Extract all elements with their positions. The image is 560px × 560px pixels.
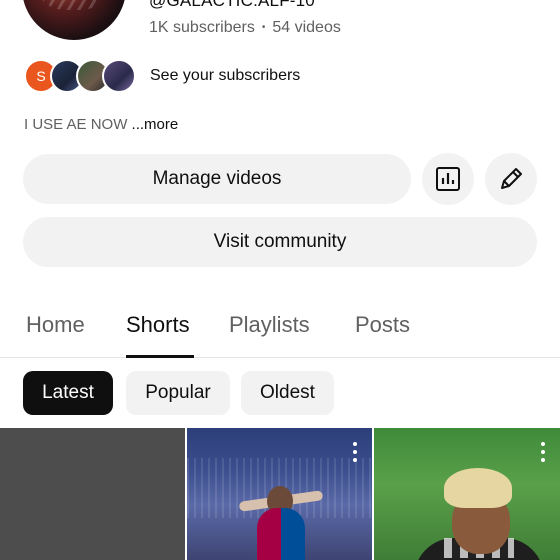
more-link[interactable]: ...more [132,116,179,133]
player-hair [444,468,512,508]
analytics-button[interactable] [422,153,474,205]
subscriber-initial: S [36,68,46,84]
subscriber-count: 1K subscribers [149,19,255,36]
analytics-icon [436,167,460,191]
edit-pencil-icon [501,168,522,189]
video-count: 54 videos [272,19,341,36]
filter-chip-popular[interactable]: Popular [126,371,230,415]
short-thumbnail[interactable] [187,428,372,560]
more-options-icon[interactable] [352,442,358,462]
more-options-icon[interactable] [540,442,546,462]
manage-videos-button[interactable]: Manage videos [23,154,411,204]
stats-separator: • [261,22,266,33]
tab-playlists[interactable]: Playlists [229,312,310,338]
short-thumbnail[interactable] [0,428,185,560]
tab-home[interactable]: Home [26,312,85,338]
active-tab-indicator [126,355,194,358]
filter-chip-oldest[interactable]: Oldest [241,371,334,415]
channel-stats: 1K subscribers • 54 videos [149,19,341,37]
subscriber-avatar [102,59,136,93]
channel-handle: @GALACTIC.ALF-10 [149,0,315,10]
channel-avatar[interactable] [22,0,126,40]
see-subscribers-link[interactable]: See your subscribers [150,67,300,85]
tab-posts[interactable]: Posts [355,312,410,338]
description-text: I USE AE NOW [24,116,128,133]
tab-shorts[interactable]: Shorts [126,312,190,338]
short-thumbnail[interactable] [374,428,560,560]
filter-chip-latest[interactable]: Latest [23,371,113,415]
channel-tabs: Home Shorts Playlists Posts [0,300,560,358]
player-jersey [257,508,305,560]
subscriber-avatars: S [24,59,136,93]
channel-description[interactable]: I USE AE NOW ...more [24,116,178,133]
edit-button[interactable] [485,153,537,205]
see-subscribers-row[interactable]: S See your subscribers [24,59,300,93]
visit-community-button[interactable]: Visit community [23,217,537,267]
